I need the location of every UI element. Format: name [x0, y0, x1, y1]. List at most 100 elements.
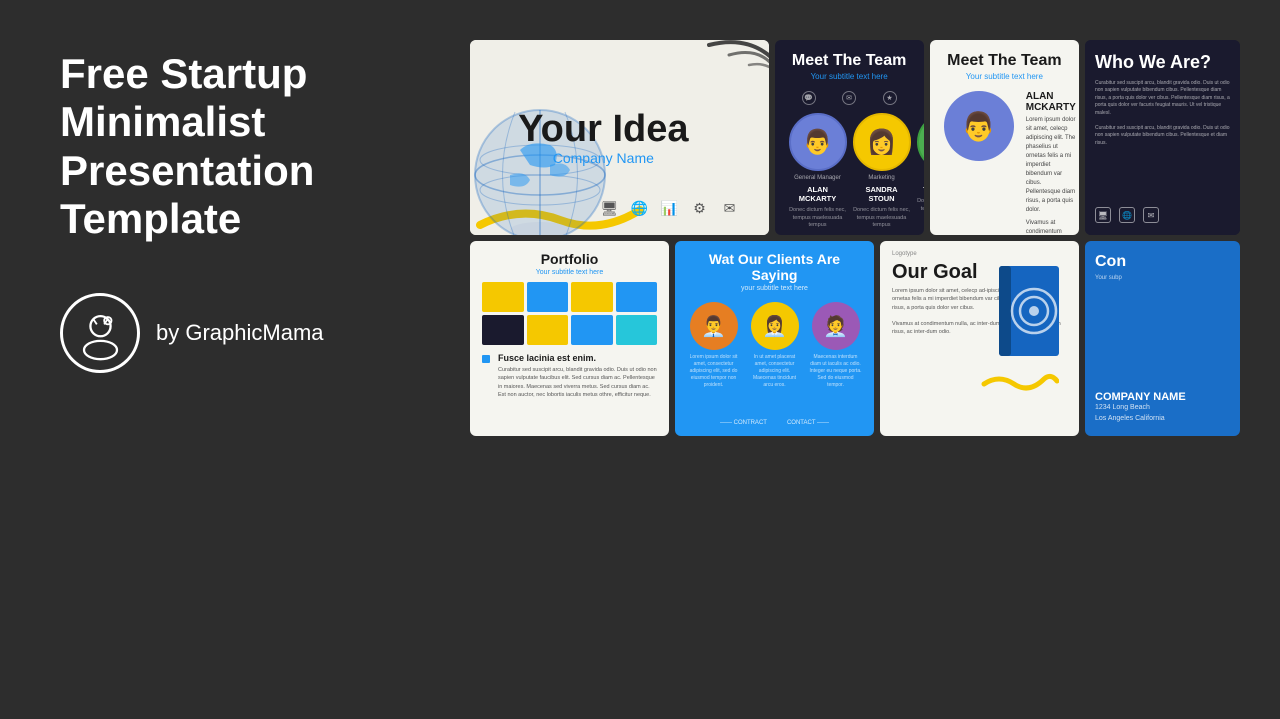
port-cell-8: [616, 315, 658, 345]
client-desc-1: Lorem ipsum dolor sit amet, consectetur …: [687, 354, 740, 389]
team-icons-bar: 💬 ✉ ★: [789, 91, 910, 105]
wwa-globe-icon: 🌐: [1119, 207, 1135, 223]
team-light-content: 👨 ALAN MCKARTY Lorem ipsum dolor sit ame…: [944, 91, 1065, 235]
member-name-2: SANDRA STOUN: [853, 185, 911, 203]
avatar-face-3: 🧑: [919, 115, 924, 169]
slides-area: Your Idea Company Name 🖥 🌐 📊 ⚙ ✉: [470, 40, 1240, 689]
slide-main-title: Your Idea: [518, 109, 688, 151]
team-member-1: 👨 General Manager ALAN MCKARTY Donec dic…: [789, 113, 847, 230]
monitor-icon: 🖥: [601, 199, 619, 217]
wwa-title: Who We Are?: [1095, 52, 1230, 74]
tl-desc-2: Vivamus at condimentum nulla, ac interdu…: [1026, 219, 1076, 235]
port-cell-7: [571, 315, 613, 345]
company-top: Con Your subp: [1095, 253, 1230, 281]
member-name-1: ALAN MCKARTY: [789, 185, 847, 203]
member-avatar-3: 🧑: [917, 113, 924, 171]
title-slide-inner: Your Idea Company Name 🖥 🌐 📊 ⚙ ✉: [470, 40, 769, 235]
avatar-face-2: 👩: [855, 115, 909, 169]
slide-who-we-are[interactable]: Who We Are? Curabitur sed suscipit arcu,…: [1085, 40, 1240, 235]
author-name: by GraphicMama: [156, 320, 324, 346]
author-avatar: [60, 293, 140, 373]
port-grid: [482, 282, 657, 345]
slide-sub-title: Company Name: [518, 150, 688, 166]
port-text-area: Fusce lacinia est enim. Curabitur sed su…: [482, 353, 657, 399]
tl-name: ALAN MCKARTY: [1026, 91, 1076, 113]
team-dark-subtitle: Your subtitle text here: [789, 72, 910, 81]
author-area: by GraphicMama: [60, 293, 440, 373]
left-panel: Free Startup Minimalist Presentation Tem…: [60, 40, 440, 689]
slide-team-dark[interactable]: Meet The Team Your subtitle text here 💬 …: [775, 40, 924, 235]
team-light-info: ALAN MCKARTY Lorem ipsum dolor sit amet,…: [1026, 91, 1076, 235]
slide-goal[interactable]: Logotype Our Goal Lorem ipsum dolor sit …: [880, 241, 1079, 436]
wwa-monitor-icon: 🖥: [1095, 207, 1111, 223]
port-text-content: Fusce lacinia est enim. Curabitur sed su…: [498, 353, 657, 399]
wwa-icons-row: 🖥 🌐 ✉: [1095, 207, 1230, 223]
bottom-row: Portfolio Your subtitle text here: [470, 241, 1240, 436]
team-light-avatar: 👨: [944, 91, 1014, 161]
settings-icon: ⚙: [691, 199, 709, 217]
team-light-subtitle: Your subtitle text here: [944, 72, 1065, 81]
chat-icon: 💬: [802, 91, 816, 105]
who-we-are-inner: Who We Are? Curabitur sed suscipit arcu,…: [1085, 40, 1240, 235]
client-item-2: 👩‍💼 In ut amet placerat amet, consectetu…: [748, 302, 801, 414]
clients-subtitle: your subtitle text here: [687, 285, 862, 292]
member-role-2: Marketing: [868, 175, 894, 181]
team-member-3: 🧑 Social Media TOM COFEE Donec dictum fe…: [917, 113, 924, 221]
company-bottom: COMPANY NAME 1234 Long Beach Los Angeles…: [1095, 381, 1230, 424]
top-row: Your Idea Company Name 🖥 🌐 📊 ⚙ ✉: [470, 40, 1240, 235]
company-name: COMPANY NAME: [1095, 391, 1230, 403]
member-avatar-2: 👩: [853, 113, 911, 171]
book-svg: [989, 261, 1069, 371]
slide-company[interactable]: Con Your subp COMPANY NAME 1234 Long Bea…: [1085, 241, 1240, 436]
port-title: Portfolio: [482, 251, 657, 267]
portfolio-inner: Portfolio Your subtitle text here: [470, 241, 669, 436]
port-bullet: [482, 355, 490, 363]
member-desc-2: Donec dictum felis nec,tempus maelesuada…: [853, 207, 911, 230]
client-desc-2: In ut amet placerat amet, consectetur ad…: [748, 354, 801, 389]
title-text: Your Idea Company Name: [518, 109, 688, 167]
company-address-1: 1234 Long Beach: [1095, 403, 1230, 414]
main-container: Free Startup Minimalist Presentation Tem…: [0, 0, 1280, 719]
slide-clients[interactable]: Wat Our Clients Are Saying your subtitle…: [675, 241, 874, 436]
client-item-3: 🧑‍💼 Maecenas interdum diam ut iaculis ac…: [809, 302, 862, 414]
team-light-inner: Meet The Team Your subtitle text here 👨 …: [930, 40, 1079, 235]
team-dark-inner: Meet The Team Your subtitle text here 💬 …: [775, 40, 924, 235]
port-body: Curabitur sed suscipit arcu, blandit gra…: [498, 366, 657, 399]
client-footer: —— CONTRACT CONTACT ——: [687, 420, 862, 426]
mail-icon-dark: ✉: [842, 91, 856, 105]
star-icon-dark: ★: [883, 91, 897, 105]
page-title: Free Startup Minimalist Presentation Tem…: [60, 50, 440, 243]
slide-team-light[interactable]: Meet The Team Your subtitle text here 👨 …: [930, 40, 1079, 235]
member-desc-3: Donec dictum felis nec,tempus maelesuada…: [917, 198, 924, 221]
slide-portfolio[interactable]: Portfolio Your subtitle text here: [470, 241, 669, 436]
slide-title[interactable]: Your Idea Company Name 🖥 🌐 📊 ⚙ ✉: [470, 40, 769, 235]
squiggle-svg: [979, 369, 1059, 394]
port-cell-5: [482, 315, 524, 345]
book-decoration-area: [989, 261, 1069, 376]
port-cell-3: [571, 282, 613, 312]
company-address-2: Los Angeles California: [1095, 414, 1230, 425]
port-caption: Fusce lacinia est enim.: [498, 353, 657, 363]
wwa-mail-icon: ✉: [1143, 207, 1159, 223]
port-cell-2: [527, 282, 569, 312]
clients-title: Wat Our Clients Are Saying: [687, 251, 862, 283]
cfi-label-1: —— CONTRACT: [720, 420, 767, 426]
client-footer-2: CONTACT ——: [787, 420, 829, 426]
goal-logotype: Logotype: [892, 251, 1067, 257]
globe-icon: 🌐: [631, 199, 649, 217]
port-cell-4: [616, 282, 658, 312]
client-avatar-3: 🧑‍💼: [812, 302, 860, 350]
team-member-2: 👩 Marketing SANDRA STOUN Donec dictum fe…: [853, 113, 911, 230]
slide-icons-row: 🖥 🌐 📊 ⚙ ✉: [601, 199, 739, 217]
port-cell-6: [527, 315, 569, 345]
team-members-row: 👨 General Manager ALAN MCKARTY Donec dic…: [789, 113, 910, 230]
member-desc-1: Donec dictum felis nec,tempus maelesuada…: [789, 207, 847, 230]
clients-row: 👨‍💼 Lorem ipsum dolor sit amet, consecte…: [687, 302, 862, 414]
port-cell-1: [482, 282, 524, 312]
client-avatar-2: 👩‍💼: [751, 302, 799, 350]
client-footer-1: —— CONTRACT: [720, 420, 767, 426]
client-avatar-1: 👨‍💼: [690, 302, 738, 350]
member-role-1: General Manager: [794, 175, 841, 181]
wwa-body: Curabitur sed suscipit arcu, blandit gra…: [1095, 80, 1230, 148]
tl-desc: Lorem ipsum dolor sit amet, celecp adipi…: [1026, 116, 1076, 215]
